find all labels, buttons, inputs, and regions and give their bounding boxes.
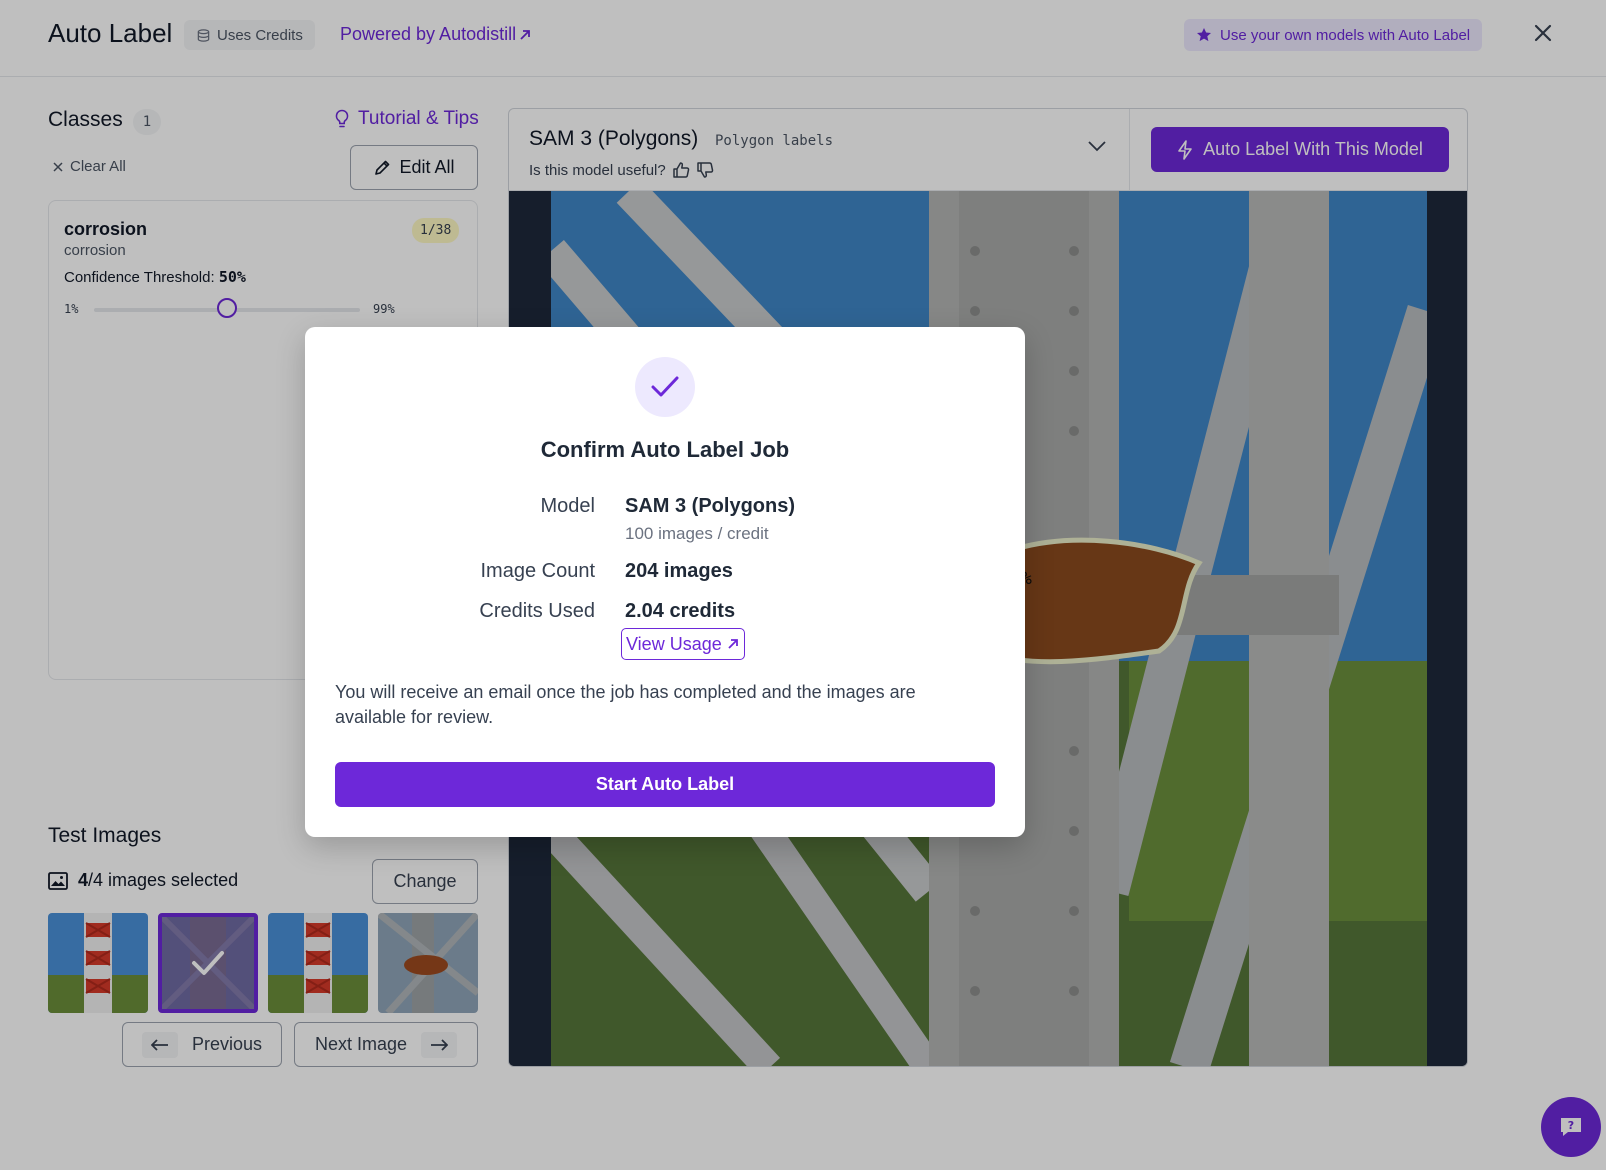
model-row-value: SAM 3 (Polygons) bbox=[625, 495, 796, 517]
credits-used-value: 2.04 credits bbox=[625, 600, 736, 622]
model-row-label: Model bbox=[540, 495, 595, 517]
checkmark-icon bbox=[651, 376, 679, 397]
dialog-title: Confirm Auto Label Job bbox=[540, 437, 790, 462]
image-count-value: 204 images bbox=[625, 560, 733, 582]
image-count-label: Image Count bbox=[480, 560, 595, 582]
external-link-icon bbox=[728, 639, 738, 649]
confirm-auto-label-dialog: Confirm Auto Label Job Model SAM 3 (Poly… bbox=[305, 327, 1025, 837]
credits-used-label: Credits Used bbox=[479, 600, 595, 622]
start-auto-label-button[interactable]: Start Auto Label bbox=[335, 762, 995, 807]
model-rate: 100 images / credit bbox=[625, 524, 769, 543]
email-notice: You will receive an email once the job h… bbox=[335, 682, 916, 727]
view-usage-link[interactable]: View Usage bbox=[621, 628, 745, 660]
check-circle bbox=[635, 357, 695, 417]
view-usage-label: View Usage bbox=[626, 633, 722, 654]
